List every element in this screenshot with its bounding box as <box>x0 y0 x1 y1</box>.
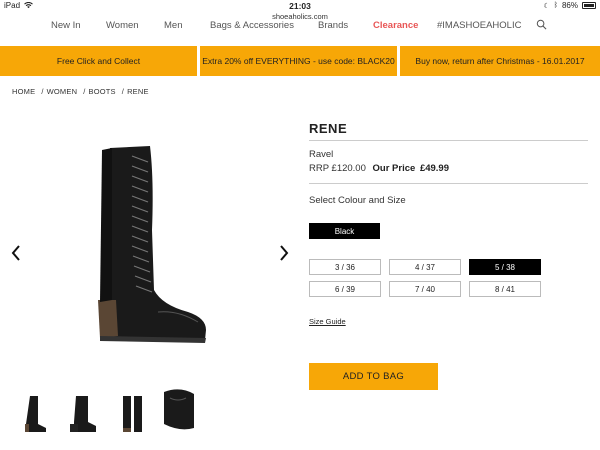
bluetooth-icon: ᛒ <box>553 2 558 9</box>
nav-imashoeaholic[interactable]: #IMASHOEAHOLIC <box>437 20 521 31</box>
nav-new-in[interactable]: New In <box>51 20 81 31</box>
promo-bar: Free Click and Collect Extra 20% off EVE… <box>0 46 600 76</box>
breadcrumb-women[interactable]: WOMEN <box>47 87 78 96</box>
nav-bags-accessories[interactable]: Bags & Accessories <box>210 20 294 31</box>
chevron-right-icon[interactable] <box>278 244 290 262</box>
rrp-price: £120.00 <box>331 163 366 174</box>
breadcrumb-separator: / <box>121 87 125 96</box>
chevron-left-icon[interactable] <box>10 244 22 262</box>
divider <box>309 140 588 141</box>
rrp-label: RRP <box>309 163 329 174</box>
size-option[interactable]: 7 / 40 <box>389 281 461 297</box>
breadcrumb-separator: / <box>83 87 86 96</box>
nav-men[interactable]: Men <box>164 20 182 31</box>
nav-brands[interactable]: Brands <box>318 20 348 31</box>
search-icon[interactable] <box>536 19 547 30</box>
our-price-label: Our Price <box>372 163 416 174</box>
breadcrumb-boots[interactable]: BOOTS <box>89 87 116 96</box>
status-bar: iPad 21:03 ☾ ᛒ 86% <box>0 0 600 12</box>
product-brand: Ravel <box>309 149 334 160</box>
divider <box>309 183 588 184</box>
thumbnail-2[interactable] <box>64 388 104 436</box>
size-option[interactable]: 8 / 41 <box>469 281 541 297</box>
size-option[interactable]: 6 / 39 <box>309 281 381 297</box>
promo-discount-code[interactable]: Extra 20% off EVERYTHING - use code: BLA… <box>200 46 397 76</box>
select-colour-size-label: Select Colour and Size <box>309 195 406 206</box>
main-nav: New In Women Men Bags & Accessories Bran… <box>0 19 600 33</box>
size-option-selected[interactable]: 5 / 38 <box>469 259 541 275</box>
price-row: RRP £120.00 Our Price £49.99 <box>309 163 449 174</box>
size-option[interactable]: 3 / 36 <box>309 259 381 275</box>
thumbnail-3[interactable] <box>113 388 153 436</box>
moon-icon: ☾ <box>543 2 550 10</box>
product-title: RENE <box>309 121 348 136</box>
battery-icon <box>582 2 596 9</box>
colour-option-black[interactable]: Black <box>309 223 380 239</box>
nav-clearance[interactable]: Clearance <box>373 20 418 31</box>
add-to-bag-button[interactable]: ADD TO BAG <box>309 363 438 390</box>
promo-click-collect[interactable]: Free Click and Collect <box>0 46 197 76</box>
thumbnail-4[interactable] <box>160 388 200 436</box>
product-image <box>98 146 206 343</box>
breadcrumb-home[interactable]: HOME <box>12 87 35 96</box>
size-guide-link[interactable]: Size Guide <box>309 317 346 326</box>
breadcrumb: HOME / WOMEN / BOOTS / RENE <box>12 87 152 96</box>
clock: 21:03 <box>289 1 311 11</box>
breadcrumb-separator: / <box>41 87 44 96</box>
breadcrumb-current: RENE <box>127 87 149 96</box>
battery-percent: 86% <box>561 1 578 10</box>
status-right: ☾ ᛒ 86% <box>543 1 596 10</box>
size-option[interactable]: 4 / 37 <box>389 259 461 275</box>
thumbnail-1[interactable] <box>16 388 56 436</box>
promo-christmas-returns[interactable]: Buy now, return after Christmas - 16.01.… <box>400 46 600 76</box>
our-price: £49.99 <box>419 163 449 174</box>
nav-women[interactable]: Women <box>106 20 139 31</box>
